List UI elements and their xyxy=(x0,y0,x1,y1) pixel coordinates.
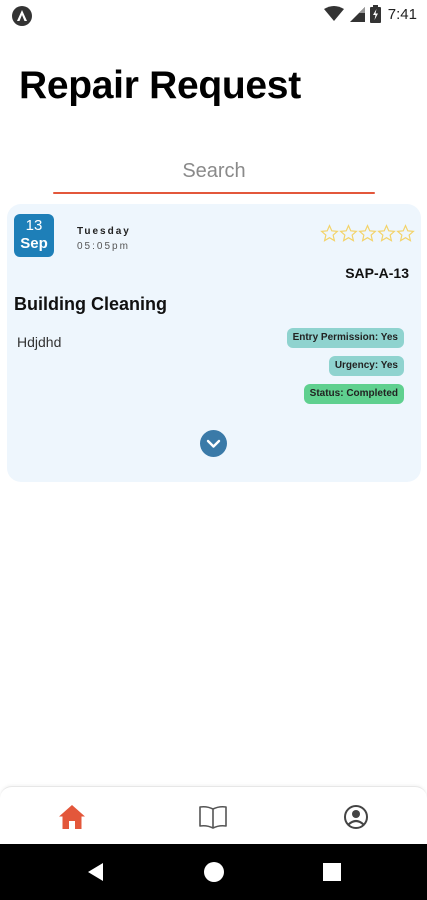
request-title: Building Cleaning xyxy=(14,294,167,314)
app-notification-icon xyxy=(12,6,32,26)
search-input[interactable] xyxy=(53,152,375,190)
request-card[interactable]: 13 Sep Tuesday 05:05pm SAP-A-13 Building… xyxy=(7,204,421,482)
star-icon[interactable] xyxy=(396,224,415,243)
clock: 7:41 xyxy=(387,5,417,23)
request-description: Hdjdhd xyxy=(17,334,62,350)
nav-profile[interactable] xyxy=(340,801,372,833)
recents-icon xyxy=(323,863,341,881)
star-icon[interactable] xyxy=(377,224,396,243)
search-underline xyxy=(53,192,375,194)
home-button[interactable] xyxy=(202,860,226,884)
nav-home[interactable] xyxy=(56,801,88,833)
weekday-label: Tuesday xyxy=(77,226,131,237)
search-bar xyxy=(53,152,375,194)
system-navigation-bar xyxy=(0,844,427,900)
wifi-icon xyxy=(323,6,344,21)
date-badge: 13 Sep xyxy=(14,214,54,257)
status-bar: 7:41 xyxy=(0,0,427,32)
bottom-navigation xyxy=(0,786,427,844)
star-icon[interactable] xyxy=(339,224,358,243)
star-icon[interactable] xyxy=(320,224,339,243)
entry-permission-badge: Entry Permission: Yes xyxy=(286,328,404,348)
battery-charging-icon xyxy=(369,5,381,23)
star-icon[interactable] xyxy=(358,224,377,243)
status-icons: 7:41 xyxy=(323,5,417,23)
recents-button[interactable] xyxy=(320,860,344,884)
urgency-badge: Urgency: Yes xyxy=(328,356,404,376)
date-month: Sep xyxy=(20,235,48,252)
page-title: Repair Request xyxy=(19,64,301,107)
back-button[interactable] xyxy=(84,860,108,884)
nav-guide[interactable] xyxy=(197,801,229,833)
signal-icon xyxy=(349,7,365,22)
home-circle-icon xyxy=(204,862,224,882)
home-icon xyxy=(59,805,85,829)
status-badge: Status: Completed xyxy=(303,384,404,404)
reference-code: SAP-A-13 xyxy=(345,265,409,281)
expand-button[interactable] xyxy=(200,430,227,457)
rating-stars[interactable] xyxy=(320,224,415,243)
time-label: 05:05pm xyxy=(77,241,130,252)
date-day: 13 xyxy=(25,217,43,234)
back-icon xyxy=(88,863,103,881)
book-icon xyxy=(199,805,227,829)
profile-icon xyxy=(344,805,368,829)
chevron-down-icon xyxy=(206,439,221,448)
